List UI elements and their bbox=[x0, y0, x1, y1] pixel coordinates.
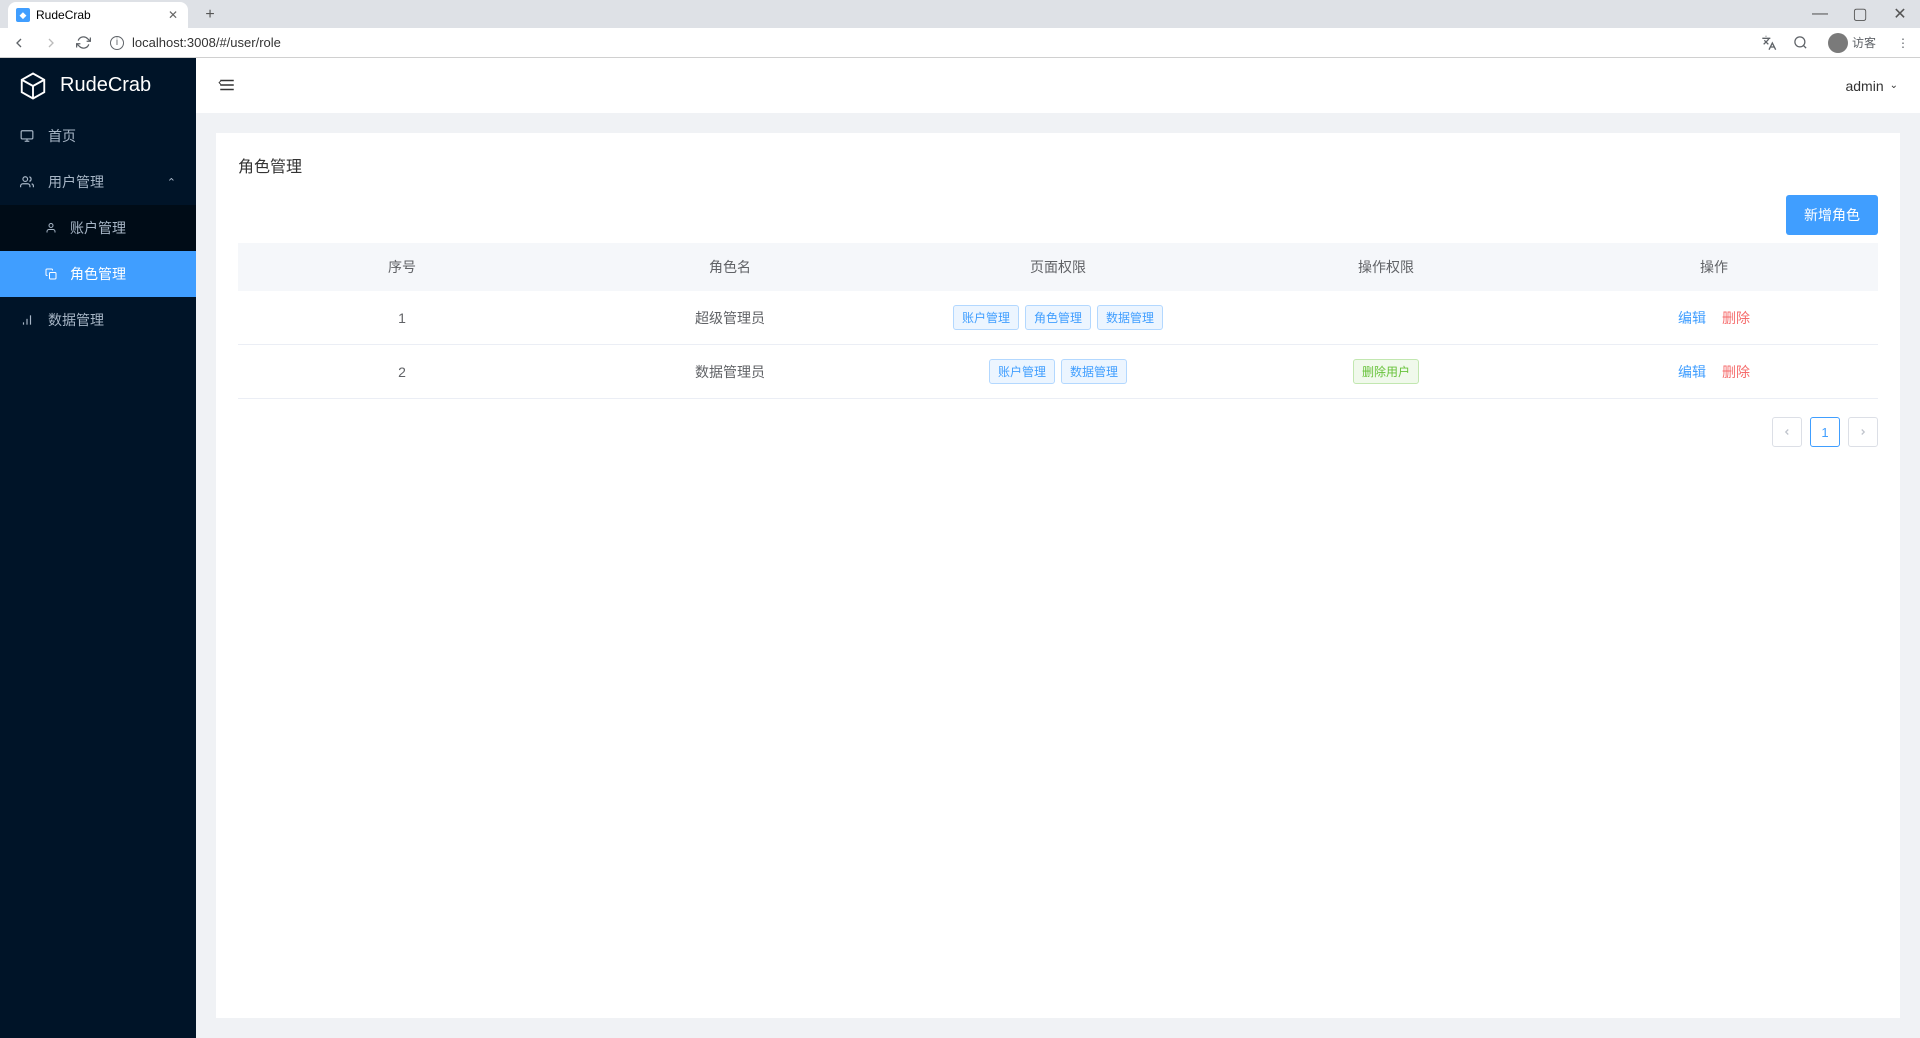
cell-name: 数据管理员 bbox=[566, 345, 894, 399]
bar-chart-icon bbox=[20, 313, 34, 327]
app-logo[interactable]: RudeCrab bbox=[0, 58, 196, 113]
site-info-icon[interactable]: i bbox=[110, 36, 124, 50]
translate-icon[interactable] bbox=[1760, 34, 1778, 52]
brand-text: RudeCrab bbox=[60, 74, 151, 97]
cell-page-perms: 账户管理数据管理 bbox=[894, 345, 1222, 399]
copy-icon bbox=[44, 267, 58, 281]
sidebar-item-label: 首页 bbox=[48, 126, 76, 146]
next-page-button[interactable] bbox=[1848, 417, 1878, 447]
profile-button[interactable]: 访客 bbox=[1824, 31, 1880, 55]
sidebar-item-data-mgmt[interactable]: 数据管理 bbox=[0, 297, 196, 343]
zoom-icon[interactable] bbox=[1792, 34, 1810, 52]
content-panel: 角色管理 新增角色 序号 角色名 页面权限 操作权限 操作 1超级管理员账户管理… bbox=[216, 133, 1900, 1018]
collapse-sidebar-button[interactable] bbox=[218, 76, 238, 96]
cell-index: 1 bbox=[238, 291, 566, 345]
perm-tag: 删除用户 bbox=[1353, 359, 1419, 384]
sidebar-item-role-mgmt[interactable]: 角色管理 bbox=[0, 251, 196, 297]
sidebar-item-account-mgmt[interactable]: 账户管理 bbox=[0, 205, 196, 251]
col-page-perms: 页面权限 bbox=[894, 243, 1222, 291]
perm-tag: 账户管理 bbox=[989, 359, 1055, 384]
new-tab-button[interactable]: + bbox=[196, 2, 224, 28]
page-1-button[interactable]: 1 bbox=[1810, 417, 1840, 447]
sidebar-item-label: 数据管理 bbox=[48, 310, 104, 330]
sidebar-item-user-mgmt[interactable]: 用户管理 ⌃ bbox=[0, 159, 196, 205]
back-button[interactable] bbox=[8, 32, 30, 54]
tab-favicon-icon: ◆ bbox=[16, 8, 30, 22]
delete-button[interactable]: 删除 bbox=[1722, 310, 1750, 326]
pagination: 1 bbox=[238, 417, 1878, 447]
chevron-down-icon: ⌄ bbox=[1890, 80, 1898, 91]
cell-index: 2 bbox=[238, 345, 566, 399]
avatar-icon bbox=[1828, 33, 1848, 53]
forward-button[interactable] bbox=[40, 32, 62, 54]
perm-tag: 数据管理 bbox=[1061, 359, 1127, 384]
window-minimize-icon[interactable]: — bbox=[1800, 0, 1840, 28]
cell-op-perms: 删除用户 bbox=[1222, 345, 1550, 399]
main-content: admin ⌄ 角色管理 新增角色 序号 角色名 页面权限 操作权限 操作 bbox=[196, 58, 1920, 1038]
guest-label: 访客 bbox=[1852, 34, 1876, 51]
window-close-icon[interactable]: ✕ bbox=[1880, 0, 1920, 28]
close-tab-icon[interactable]: ✕ bbox=[166, 8, 180, 22]
sidebar-item-label: 账户管理 bbox=[70, 218, 126, 238]
window-maximize-icon[interactable]: ▢ bbox=[1840, 0, 1880, 28]
sidebar-item-label: 用户管理 bbox=[48, 172, 104, 192]
browser-address-bar: i localhost:3008/#/user/role 访客 ⋮ bbox=[0, 28, 1920, 58]
browser-menu-icon[interactable]: ⋮ bbox=[1894, 34, 1912, 52]
url-area[interactable]: i localhost:3008/#/user/role bbox=[104, 35, 1750, 50]
edit-button[interactable]: 编辑 bbox=[1678, 364, 1706, 380]
delete-button[interactable]: 删除 bbox=[1722, 364, 1750, 380]
cell-name: 超级管理员 bbox=[566, 291, 894, 345]
col-name: 角色名 bbox=[566, 243, 894, 291]
sidebar-item-home[interactable]: 首页 bbox=[0, 113, 196, 159]
monitor-icon bbox=[20, 129, 34, 143]
page-title: 角色管理 bbox=[238, 153, 1878, 177]
table-row: 1超级管理员账户管理角色管理数据管理编辑删除 bbox=[238, 291, 1878, 345]
cell-op-perms bbox=[1222, 291, 1550, 345]
browser-tab[interactable]: ◆ RudeCrab ✕ bbox=[8, 2, 188, 28]
browser-tab-bar: ◆ RudeCrab ✕ + — ▢ ✕ bbox=[0, 0, 1920, 28]
add-role-button[interactable]: 新增角色 bbox=[1786, 195, 1878, 235]
chevron-up-icon: ⌃ bbox=[167, 176, 176, 189]
sidebar: RudeCrab 首页 用户管理 ⌃ 账户管理 bbox=[0, 58, 196, 1038]
col-op-perms: 操作权限 bbox=[1222, 243, 1550, 291]
edit-button[interactable]: 编辑 bbox=[1678, 310, 1706, 326]
logo-icon bbox=[18, 71, 48, 101]
col-index: 序号 bbox=[238, 243, 566, 291]
cell-actions: 编辑删除 bbox=[1550, 345, 1878, 399]
users-icon bbox=[20, 175, 34, 189]
perm-tag: 数据管理 bbox=[1097, 305, 1163, 330]
cell-actions: 编辑删除 bbox=[1550, 291, 1878, 345]
reload-button[interactable] bbox=[72, 32, 94, 54]
table-row: 2数据管理员账户管理数据管理删除用户编辑删除 bbox=[238, 345, 1878, 399]
col-actions: 操作 bbox=[1550, 243, 1878, 291]
roles-table: 序号 角色名 页面权限 操作权限 操作 1超级管理员账户管理角色管理数据管理编辑… bbox=[238, 243, 1878, 399]
tab-title: RudeCrab bbox=[36, 8, 91, 22]
user-icon bbox=[44, 221, 58, 235]
app-header: admin ⌄ bbox=[196, 58, 1920, 113]
cell-page-perms: 账户管理角色管理数据管理 bbox=[894, 291, 1222, 345]
perm-tag: 角色管理 bbox=[1025, 305, 1091, 330]
username-text: admin bbox=[1845, 78, 1883, 94]
perm-tag: 账户管理 bbox=[953, 305, 1019, 330]
prev-page-button[interactable] bbox=[1772, 417, 1802, 447]
sidebar-item-label: 角色管理 bbox=[70, 264, 126, 284]
url-text: localhost:3008/#/user/role bbox=[132, 35, 281, 50]
user-dropdown[interactable]: admin ⌄ bbox=[1845, 78, 1898, 94]
